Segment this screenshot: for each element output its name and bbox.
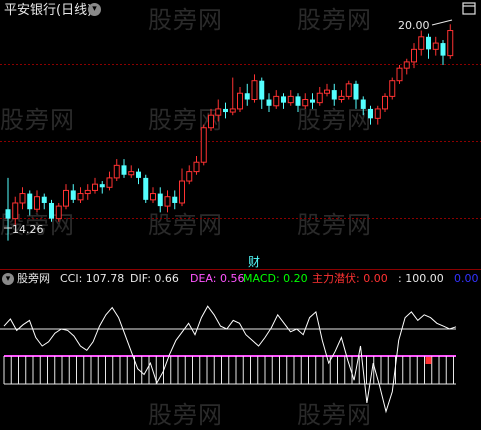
price-high-arrow <box>431 19 453 26</box>
macd-value: MACD: 0.20 <box>243 272 308 285</box>
candle-body-up <box>164 196 171 207</box>
candle-body-down <box>49 202 54 219</box>
candle-body-up <box>374 108 381 119</box>
indicator-name[interactable]: 股旁网 <box>17 270 50 288</box>
candle-body-up <box>128 171 135 176</box>
candle-body-up <box>77 193 84 201</box>
candle-body-up <box>229 108 236 113</box>
candle-body-up <box>12 202 19 220</box>
candle-body-up <box>193 161 200 173</box>
candle-body-down <box>172 196 178 203</box>
cci-value: CCI: 107.78 <box>60 272 125 285</box>
candle-body-up <box>113 164 120 179</box>
candle-body-down <box>360 99 366 109</box>
candle-body-down <box>440 43 446 56</box>
candle-body-up <box>418 36 425 50</box>
candle-body-up <box>389 80 396 97</box>
signal-marker <box>425 357 432 364</box>
candle-body-up <box>396 67 403 82</box>
candle-body-up <box>324 89 330 94</box>
candle-body-down <box>353 83 359 100</box>
candle-body-down <box>331 90 337 100</box>
candle-body-up <box>55 205 62 220</box>
candle-body-down <box>5 209 11 219</box>
candle-body-up <box>316 92 323 104</box>
candle-body-down <box>281 96 286 103</box>
candle-body-up <box>34 196 40 210</box>
candle-body-down <box>136 171 141 178</box>
price-high-label: 20.00 <box>398 19 430 32</box>
cci-indicator-chart[interactable] <box>0 288 481 424</box>
candle-body-up <box>186 171 193 182</box>
candle-body-down <box>70 190 76 200</box>
candle-body-down <box>223 108 228 113</box>
level-value: : 100.00 <box>398 272 444 285</box>
candle-body-down <box>266 99 272 106</box>
candle-body-up <box>237 92 243 110</box>
candle-body-down <box>157 193 163 207</box>
indicator-legend: ▾ 股旁网 CCI: 107.78 DIF: 0.66 DEA: 0.56 MA… <box>0 270 481 288</box>
main-force-value: 主力潜伏: 0.00 <box>312 272 388 285</box>
candle-body-down <box>259 80 265 100</box>
dea-value: DEA: 0.56 <box>190 272 245 285</box>
candle-body-up <box>215 108 222 116</box>
candle-body-up <box>338 95 345 101</box>
candle-body-down <box>41 196 47 203</box>
candle-body-down <box>121 165 127 175</box>
candle-body-up <box>19 193 26 204</box>
candle-body-down <box>99 184 105 188</box>
candle-body-down <box>143 177 149 200</box>
candle-body-down <box>368 108 373 119</box>
candle-body-up <box>432 42 439 50</box>
candle-body-up <box>345 83 352 97</box>
candle-body-up <box>287 95 294 104</box>
candle-body-up <box>200 127 207 163</box>
candle-body-up <box>411 48 417 63</box>
candle-body-up <box>179 180 185 204</box>
candle-body-down <box>310 99 315 103</box>
candle-body-up <box>208 114 214 129</box>
finance-marker[interactable]: 财 <box>248 255 260 269</box>
legend-dropdown-icon[interactable]: ▾ <box>2 273 14 285</box>
candle-body-up <box>150 193 156 201</box>
dif-value: DIF: 0.66 <box>130 272 179 285</box>
candle-body-up <box>302 99 309 107</box>
candle-body-up <box>403 61 410 69</box>
price-low-label: 14.26 <box>12 223 44 236</box>
candle-body-down <box>244 93 250 100</box>
candle-body-up <box>447 30 454 57</box>
candle-body-up <box>382 95 388 110</box>
candle-body-up <box>251 80 258 101</box>
candlestick-chart[interactable]: 20.00 14.26 财 <box>0 0 481 270</box>
candle-body-up <box>63 189 69 207</box>
candle-body-down <box>27 193 33 210</box>
candle-body-up <box>84 189 91 195</box>
candle-body-up <box>106 177 113 188</box>
candle-body-down <box>295 96 301 106</box>
extra-value: 0.00 <box>454 272 479 285</box>
candle-body-down <box>426 36 431 50</box>
candle-body-up <box>92 183 98 191</box>
candle-body-up <box>273 95 280 107</box>
